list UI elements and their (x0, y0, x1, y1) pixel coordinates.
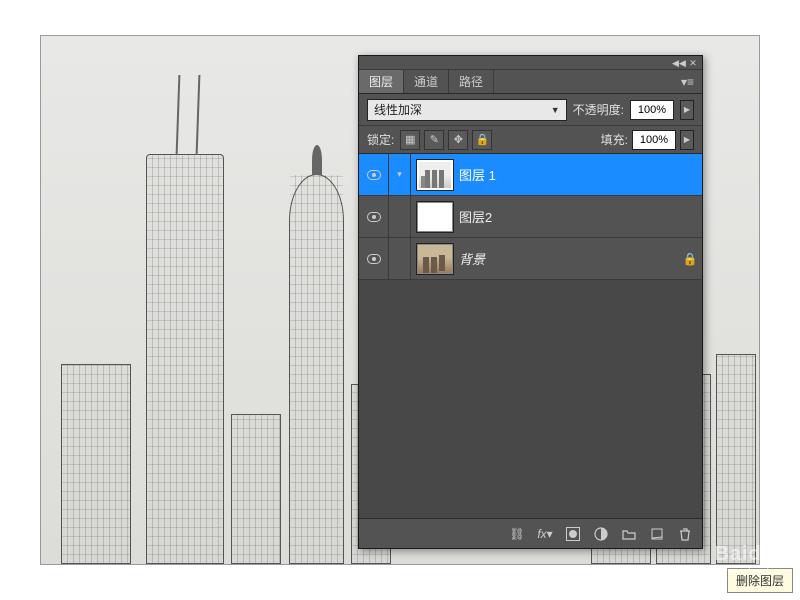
eye-icon (367, 254, 381, 264)
fill-flyout[interactable]: ▶ (680, 130, 694, 150)
lock-position-icon[interactable]: ✥ (448, 130, 468, 150)
layer-row[interactable]: 图层2 (359, 196, 702, 238)
layer-row[interactable]: ▾ 图层 1 (359, 154, 702, 196)
eye-icon (367, 212, 381, 222)
lock-pixels-icon[interactable]: ✎ (424, 130, 444, 150)
new-group-icon[interactable] (618, 524, 640, 544)
lock-transparency-icon[interactable]: ▦ (400, 130, 420, 150)
layer-thumbnail[interactable] (417, 160, 453, 190)
delete-tooltip: 删除图层 (727, 568, 793, 593)
new-layer-icon[interactable] (646, 524, 668, 544)
layers-panel: ◀◀ ✕ 图层 通道 路径 ▾≡ 线性加深 不透明度: 100% ▶ 锁定: ▦… (358, 55, 703, 549)
adjustment-layer-icon[interactable] (590, 524, 612, 544)
panel-footer: ⛓ fx▾ (359, 518, 702, 548)
collapse-icon[interactable]: ◀◀ (672, 59, 682, 67)
layer-style-icon[interactable]: fx▾ (534, 524, 556, 544)
close-icon[interactable]: ✕ (688, 59, 698, 67)
opacity-input[interactable]: 100% (630, 100, 674, 120)
tab-channels[interactable]: 通道 (404, 70, 449, 93)
lock-row: 锁定: ▦ ✎ ✥ 🔒 填充: 100% ▶ (359, 126, 702, 154)
layer-thumbnail[interactable] (417, 202, 453, 232)
link-indicator[interactable] (389, 238, 411, 279)
blend-row: 线性加深 不透明度: 100% ▶ (359, 94, 702, 126)
fill-label: 填充: (601, 131, 628, 148)
opacity-label: 不透明度: (573, 101, 624, 118)
fill-input[interactable]: 100% (632, 130, 676, 150)
tab-paths[interactable]: 路径 (449, 70, 494, 93)
link-layers-icon[interactable]: ⛓ (506, 524, 528, 544)
eye-icon (367, 170, 381, 180)
blend-mode-value: 线性加深 (374, 101, 422, 118)
tab-layers[interactable]: 图层 (359, 70, 404, 93)
lock-label: 锁定: (367, 131, 394, 148)
panel-tabs: 图层 通道 路径 ▾≡ (359, 70, 702, 94)
link-indicator[interactable]: ▾ (389, 154, 411, 195)
blend-mode-select[interactable]: 线性加深 (367, 99, 567, 121)
layer-name[interactable]: 图层2 (459, 207, 678, 226)
visibility-toggle[interactable] (359, 196, 389, 237)
panel-menu-icon[interactable]: ▾≡ (673, 70, 702, 93)
layer-list: ▾ 图层 1 图层2 背景 🔒 (359, 154, 702, 518)
visibility-toggle[interactable] (359, 154, 389, 195)
link-indicator[interactable] (389, 196, 411, 237)
lock-all-icon[interactable]: 🔒 (472, 130, 492, 150)
layer-row[interactable]: 背景 🔒 (359, 238, 702, 280)
layer-name[interactable]: 背景 (459, 249, 678, 268)
layer-thumbnail[interactable] (417, 244, 453, 274)
visibility-toggle[interactable] (359, 238, 389, 279)
panel-titlebar: ◀◀ ✕ (359, 56, 702, 70)
layer-name[interactable]: 图层 1 (459, 165, 678, 184)
lock-icon: 🔒 (678, 252, 702, 266)
add-mask-icon[interactable] (562, 524, 584, 544)
delete-layer-icon[interactable] (674, 524, 696, 544)
opacity-flyout[interactable]: ▶ (680, 100, 694, 120)
